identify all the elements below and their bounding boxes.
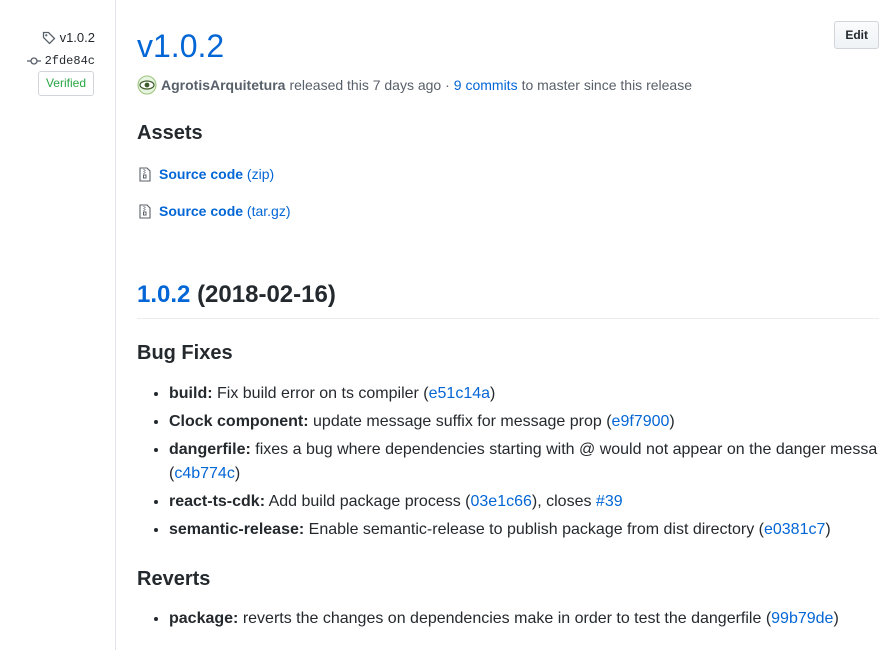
author-avatar-icon[interactable] <box>137 75 157 95</box>
item-end: ) <box>669 413 675 430</box>
asset-name: Source code <box>159 166 244 182</box>
version-link[interactable]: 1.0.2 <box>137 281 190 308</box>
asset-format: (tar.gz) <box>246 203 291 219</box>
list-item: Clock component: update message suffix f… <box>169 410 879 434</box>
release-title[interactable]: v1.0.2 <box>137 26 224 66</box>
item-end: ) <box>490 385 496 402</box>
item-scope: semantic-release: <box>169 521 305 538</box>
list-item: dangerfile: fixes a bug where dependenci… <box>169 438 879 486</box>
release-sidebar: v1.0.2 2fde84c Verified <box>0 0 116 650</box>
release-meta: AgrotisArquitetura released this 7 days … <box>137 75 692 95</box>
commit-hash-link[interactable]: e51c14a <box>429 385 490 402</box>
list-item: package: reverts the changes on dependen… <box>169 607 839 631</box>
list-item: semantic-release: Enable semantic-releas… <box>169 518 879 542</box>
item-end: ) <box>234 465 241 482</box>
list-item: build: Fix build error on ts compiler (e… <box>169 382 879 406</box>
reverts-heading: Reverts <box>137 568 211 590</box>
edit-button[interactable]: Edit <box>834 21 879 49</box>
item-scope: package: <box>169 610 239 627</box>
item-scope: build: <box>169 385 213 402</box>
asset-targz[interactable]: Source code (tar.gz) <box>139 203 291 219</box>
author-link[interactable]: AgrotisArquitetura <box>161 77 285 93</box>
bug-fixes-list: build: Fix build error on ts compiler (e… <box>137 382 879 546</box>
item-scope: react-ts-cdk: <box>169 493 266 510</box>
released-text: released this 7 days ago · <box>289 77 450 93</box>
item-text: Fix build error on ts compiler ( <box>217 385 429 402</box>
issue-link[interactable]: #39 <box>596 493 623 510</box>
tag-link[interactable]: v1.0.2 <box>42 30 95 45</box>
asset-format: (zip) <box>246 166 275 182</box>
assets-heading: Assets <box>137 122 203 144</box>
item-text: reverts the changes on dependencies make… <box>242 610 772 627</box>
tag-label: v1.0.2 <box>59 30 95 45</box>
item-text: update message suffix for message prop ( <box>313 413 612 430</box>
commit-hash-link[interactable]: e0381c7 <box>764 521 825 538</box>
commit-hash-link[interactable]: 03e1c66 <box>471 493 532 510</box>
list-item: react-ts-cdk: Add build package process … <box>169 490 879 514</box>
commit-hash: 2fde84c <box>44 54 95 68</box>
item-scope: dangerfile: <box>169 441 251 458</box>
asset-name: Source code <box>159 203 244 219</box>
item-text: Add build package process ( <box>268 493 471 510</box>
item-scope: Clock component: <box>169 413 309 430</box>
version-heading: 1.0.2 (2018-02-16) <box>137 280 879 319</box>
commits-link[interactable]: 9 commits <box>454 77 518 93</box>
commits-suffix: to master since this release <box>521 77 692 93</box>
asset-zip[interactable]: Source code (zip) <box>139 166 274 182</box>
item-text: fixes a bug where dependencies starting … <box>169 441 878 482</box>
commit-link[interactable]: 2fde84c <box>26 54 95 68</box>
version-date: (2018-02-16) <box>197 281 336 308</box>
item-end: ) <box>833 610 839 627</box>
file-zip-icon <box>139 203 151 219</box>
tag-icon <box>42 31 55 44</box>
commit-hash-link[interactable]: e9f7900 <box>612 413 670 430</box>
verified-badge[interactable]: Verified <box>37 71 94 96</box>
item-end: ) <box>825 521 831 538</box>
item-text: Enable semantic-release to publish packa… <box>308 521 764 538</box>
commit-hash-link[interactable]: 99b79de <box>771 610 833 627</box>
file-zip-icon <box>139 166 151 182</box>
release-title-link[interactable]: v1.0.2 <box>137 28 224 64</box>
commit-icon <box>26 57 41 65</box>
item-mid: ), closes <box>531 493 592 510</box>
reverts-list: package: reverts the changes on dependen… <box>137 607 839 635</box>
commit-hash-link[interactable]: c4b774c <box>174 465 235 482</box>
bug-fixes-heading: Bug Fixes <box>137 342 233 364</box>
